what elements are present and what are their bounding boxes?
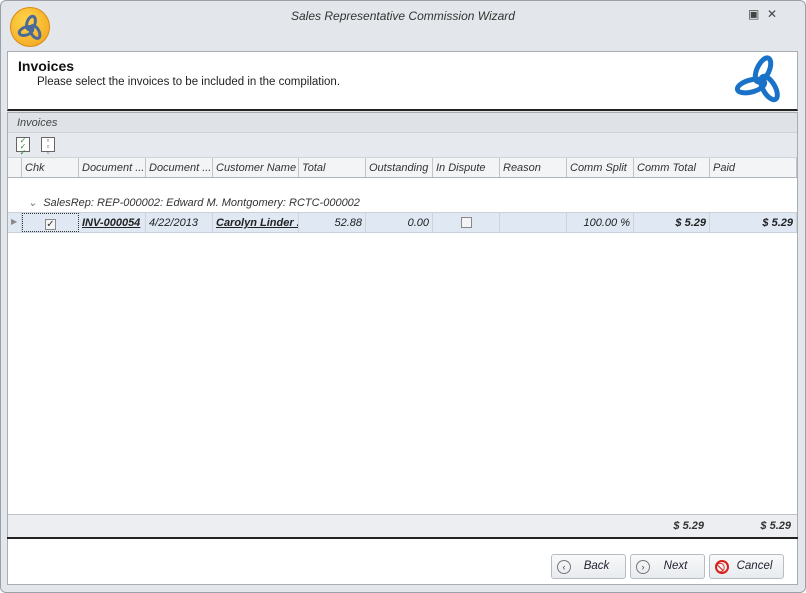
document-date: 4/22/2013 (146, 213, 213, 232)
table-row[interactable]: ▶ ✓ INV-000054 4/22/2013 Carolyn Linder … (8, 212, 797, 233)
col-paid[interactable]: Paid (710, 158, 797, 177)
document-no-link[interactable]: INV-000054 (79, 213, 146, 232)
reason-cell[interactable] (500, 213, 567, 232)
cancel-button[interactable]: ⃠Cancel (709, 554, 784, 579)
paid-cell: $ 5.29 (710, 213, 797, 232)
grid-toolbar: ✓ ✓ ✓ ▫ ▫ ▫ (8, 133, 797, 157)
outstanding-cell: 0.00 (366, 213, 433, 232)
col-comm-split[interactable]: Comm Split (567, 158, 634, 177)
brand-logo (734, 55, 780, 103)
check-all-icon[interactable]: ✓ ✓ ✓ (16, 137, 30, 157)
footer-comm-total: $ 5.29 (673, 520, 704, 532)
next-button[interactable]: › Next (630, 554, 705, 579)
page-title: Invoices (18, 58, 75, 74)
in-dispute-checkbox[interactable] (460, 217, 472, 228)
col-document-no[interactable]: Document ... (79, 158, 146, 177)
col-outstanding[interactable]: Outstanding (366, 158, 433, 177)
wizard-header: Invoices Please select the invoices to b… (7, 51, 798, 111)
col-comm-total[interactable]: Comm Total (634, 158, 710, 177)
col-customer-name[interactable]: Customer Name (213, 158, 299, 177)
col-reason[interactable]: Reason (500, 158, 567, 177)
close-icon[interactable]: ✕ (767, 7, 777, 21)
comm-split-cell: 100.00 % (567, 213, 634, 232)
row-indicator-header (8, 158, 22, 177)
page-subtitle: Please select the invoices to be include… (37, 76, 341, 88)
group-row-label: SalesRep: REP-000002: Edward M. Montgome… (43, 197, 360, 209)
customer-link[interactable]: Carolyn Linder ... (213, 213, 299, 232)
group-row[interactable]: ⌄ SalesRep: REP-000002: Edward M. Montgom… (28, 196, 360, 209)
footer-paid: $ 5.29 (760, 520, 791, 532)
invoices-grid: Invoices ✓ ✓ ✓ ▫ ▫ ▫ Chk Document ... Docume… (7, 112, 798, 537)
total-cell: 52.88 (299, 213, 366, 232)
group-panel-label: Invoices (8, 113, 797, 133)
row-checkbox[interactable]: ✓ (45, 219, 56, 230)
col-in-dispute[interactable]: In Dispute (433, 158, 500, 177)
comm-total-cell: $ 5.29 (634, 213, 710, 232)
back-button[interactable]: ‹ Back (551, 554, 626, 579)
row-indicator-icon: ▶ (8, 213, 22, 232)
col-total[interactable]: Total (299, 158, 366, 177)
col-document-date[interactable]: Document ... (146, 158, 213, 177)
column-header-row: Chk Document ... Document ... Customer N… (8, 157, 797, 178)
col-chk[interactable]: Chk (22, 158, 79, 177)
window-title: Sales Representative Commission Wizard (291, 9, 515, 23)
restore-icon[interactable]: ▣ (748, 7, 759, 21)
grid-footer: $ 5.29 $ 5.29 (8, 514, 797, 537)
collapse-icon[interactable]: ⌄ (28, 197, 37, 209)
uncheck-all-icon[interactable]: ▫ ▫ ▫ (41, 137, 55, 157)
